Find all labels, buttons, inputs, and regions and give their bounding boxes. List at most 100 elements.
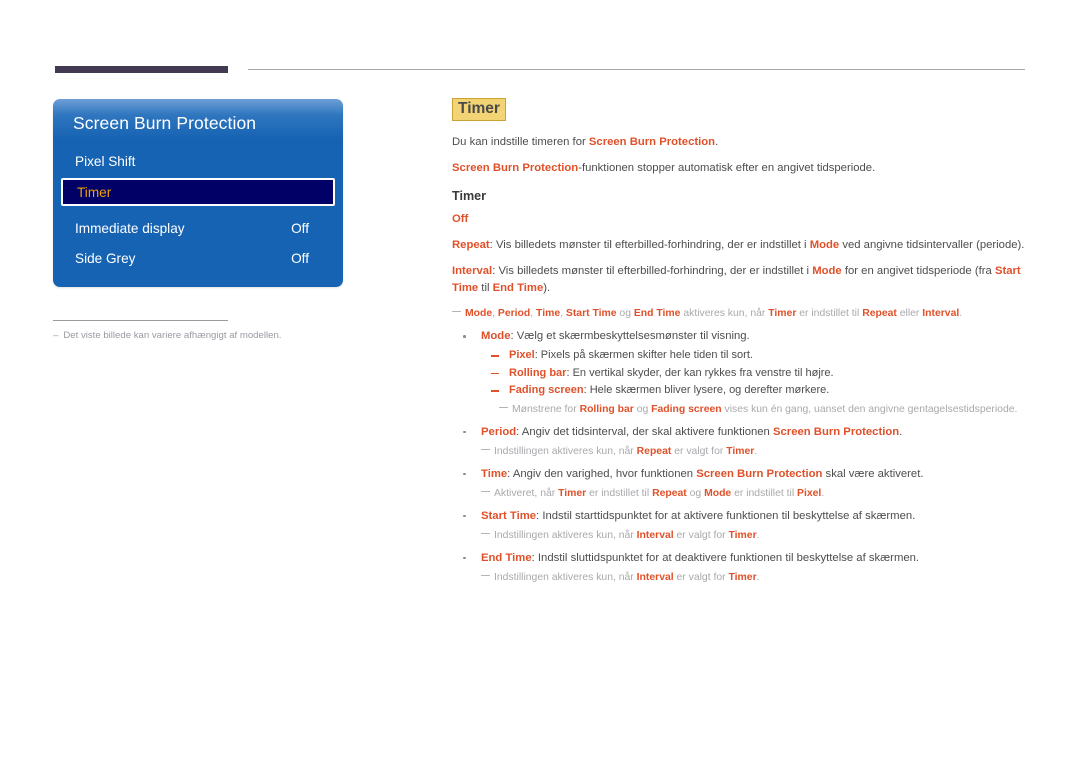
note-text: Aktiveret, når Timer er indstillet til R… xyxy=(494,486,1030,501)
term-repeat: Repeat xyxy=(636,445,672,457)
note-part: Indstillingen aktiveres kun, når xyxy=(494,529,637,541)
term-off: Off xyxy=(452,212,469,225)
list-item-end-time: End Time: Indstil sluttidspunktet for at… xyxy=(452,550,1030,585)
term-timer: Timer xyxy=(558,487,587,499)
list-item-text: : Pixels på skærmen skifter hele tiden t… xyxy=(534,349,753,362)
list-item-fading-screen: Fading screen: Hele skærmen bliver lyser… xyxy=(481,382,1030,399)
note-part: Mønstrene for xyxy=(512,403,580,415)
option-repeat: Repeat: Vis billedets mønster til efterb… xyxy=(452,237,1030,253)
settings-list: Mode: Vælg et skærmbeskyttelsesmønster t… xyxy=(452,328,1030,585)
term-repeat: Repeat xyxy=(862,308,897,320)
intro-text: Du kan indstille timeren for xyxy=(452,135,589,148)
note-text: Indstillingen aktiveres kun, når Interva… xyxy=(494,528,1030,543)
note-part: . xyxy=(754,445,758,457)
osd-row-side-grey[interactable]: Side Grey Off xyxy=(53,243,343,273)
header-divider-line xyxy=(248,69,1025,70)
note-dash-icon xyxy=(481,532,490,535)
term-period: Period xyxy=(481,425,517,438)
section-title-timer: Timer xyxy=(452,188,487,203)
term-screen-burn-protection: Screen Burn Protection xyxy=(696,467,823,480)
osd-row-immediate-display[interactable]: Immediate display Off xyxy=(53,213,343,243)
osd-menu-panel: Screen Burn Protection Pixel Shift Timer… xyxy=(53,99,343,287)
term-end-time: End Time xyxy=(633,308,681,320)
option-text-2: for en angivet tidsperiode (fra xyxy=(841,265,995,278)
header-accent-bar xyxy=(55,66,228,73)
note-part: Indstillingen aktiveres kun, når xyxy=(494,445,637,457)
term-pixel: Pixel xyxy=(509,349,535,362)
note-text: Indstillingen aktiveres kun, når Interva… xyxy=(494,570,1030,585)
osd-row-label: Immediate display xyxy=(75,220,185,236)
note-sep: eller xyxy=(896,308,923,320)
note-part: og xyxy=(633,403,652,415)
note-part: . xyxy=(756,571,760,583)
term-mode: Mode xyxy=(812,265,842,278)
note-dash-icon xyxy=(481,490,490,492)
footnote-dash: – xyxy=(53,330,59,341)
list-item-mode: Mode: Vælg et skærmbeskyttelsesmønster t… xyxy=(452,328,1030,417)
list-item-start-time: Start Time: Indstil starttidspunktet for… xyxy=(452,508,1030,543)
list-item-time: Time: Angiv den varighed, hvor funktione… xyxy=(452,466,1030,501)
intro-paragraph-2: Screen Burn Protection-funktionen stoppe… xyxy=(452,160,1030,176)
term-interval: Interval xyxy=(922,308,960,320)
osd-row-pixel-shift[interactable]: Pixel Shift xyxy=(53,146,343,176)
note-time-condition: Aktiveret, når Timer er indstillet til R… xyxy=(481,486,1030,501)
term-pixel: Pixel xyxy=(797,487,822,499)
term-period: Period xyxy=(497,308,531,320)
osd-row-label: Timer xyxy=(77,184,112,200)
term-screen-burn-protection: Screen Burn Protection xyxy=(452,162,579,175)
note-dash-icon xyxy=(499,406,508,408)
term-end-time: End Time xyxy=(492,281,544,294)
footnote-divider xyxy=(53,320,228,321)
osd-row-timer[interactable]: Timer xyxy=(61,178,335,206)
osd-menu-title: Screen Burn Protection xyxy=(73,113,257,133)
option-text-tail: ved angivne tidsintervaller (periode). xyxy=(839,238,1025,251)
list-item-text: : Vælg et skærmbeskyttelsesmønster til v… xyxy=(510,330,750,343)
term-timer: Timer xyxy=(726,445,755,457)
option-text-3: til xyxy=(478,281,493,294)
option-off: Off xyxy=(452,211,1030,227)
osd-row-label: Side Grey xyxy=(75,250,136,266)
option-interval: Interval: Vis billedets mønster til efte… xyxy=(452,263,1030,296)
osd-illustration-column: Screen Burn Protection Pixel Shift Timer… xyxy=(53,99,413,342)
note-text: Indstillingen aktiveres kun, når Repeat … xyxy=(494,444,1030,459)
note-activation-conditions: Mode, Period, Time, Start Time og End Ti… xyxy=(452,306,1030,321)
term-mode: Mode xyxy=(809,238,840,251)
term-fading-screen: Fading screen xyxy=(651,403,722,415)
note-sep: . xyxy=(959,308,963,320)
list-item-pixel: Pixel: Pixels på skærmen skifter hele ti… xyxy=(481,347,1030,364)
footnote-text: Det viste billede kan variere afhængigt … xyxy=(63,330,282,341)
list-item-rolling-bar: Rolling bar: En vertikal skyder, der kan… xyxy=(481,365,1030,382)
term-rolling-bar: Rolling bar xyxy=(579,403,634,415)
term-repeat: Repeat xyxy=(652,487,687,499)
term-interval: Interval xyxy=(636,571,674,583)
note-part: er valgt for xyxy=(673,571,729,583)
note-part: Aktiveret, når xyxy=(494,487,559,499)
note-end-time-condition: Indstillingen aktiveres kun, når Interva… xyxy=(481,570,1030,585)
note-part: Indstillingen aktiveres kun, når xyxy=(494,571,637,583)
note-part: er indstillet til xyxy=(586,487,653,499)
note-part: og xyxy=(686,487,705,499)
term-time: Time xyxy=(481,467,508,480)
main-content: Timer Du kan indstille timeren for Scree… xyxy=(452,98,1030,592)
list-item-text: : Angiv det tidsinterval, der skal aktiv… xyxy=(516,425,773,438)
intro-text-tail: . xyxy=(715,135,719,148)
note-sep: og xyxy=(616,308,634,320)
list-item-text: : Indstil sluttidspunktet for at deaktiv… xyxy=(531,551,920,564)
note-part: er indstillet til xyxy=(731,487,798,499)
intro-paragraph-1: Du kan indstille timeren for Screen Burn… xyxy=(452,134,1030,150)
note-part: . xyxy=(756,529,760,541)
list-item-text: : Hele skærmen bliver lysere, og derefte… xyxy=(583,384,830,397)
term-interval: Interval xyxy=(452,265,493,278)
intro-text: -funktionen stopper automatisk efter en … xyxy=(578,162,876,175)
option-text-tail: ). xyxy=(543,281,551,294)
list-item-period: Period: Angiv det tidsinterval, der skal… xyxy=(452,424,1030,459)
note-dash-icon xyxy=(481,448,490,450)
note-sep: aktiveres kun, når xyxy=(680,308,769,320)
term-screen-burn-protection: Screen Burn Protection xyxy=(588,135,716,148)
term-timer: Timer xyxy=(728,529,757,541)
note-dash-icon xyxy=(452,311,461,313)
note-sep: er indstillet til xyxy=(796,308,863,320)
footnote-line: – Det viste billede kan variere afhængig… xyxy=(53,330,343,342)
term-rolling-bar: Rolling bar xyxy=(509,366,567,379)
term-fading-screen: Fading screen xyxy=(509,384,584,397)
